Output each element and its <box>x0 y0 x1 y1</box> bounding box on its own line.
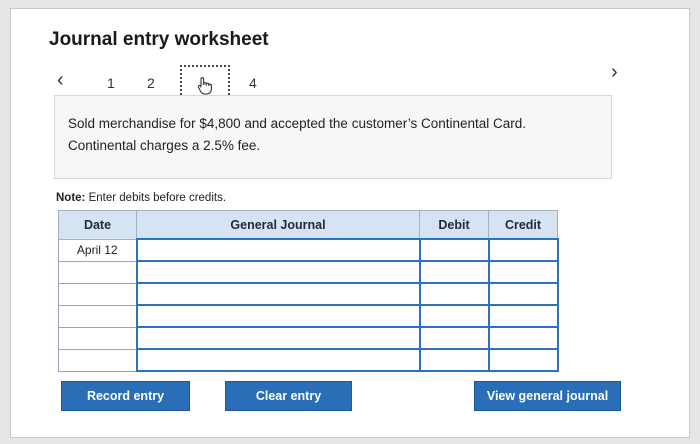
account-input[interactable] <box>135 238 421 262</box>
note-body: Enter debits before credits. <box>88 192 227 204</box>
account-input[interactable] <box>135 260 421 284</box>
question-text-line-2: Continental charges a 2.5% fee. <box>68 138 261 153</box>
date-cell <box>58 260 137 284</box>
record-entry-button[interactable]: Record entry <box>61 381 190 411</box>
date-cell <box>58 304 137 328</box>
account-input[interactable] <box>135 304 421 328</box>
account-input[interactable] <box>135 326 421 350</box>
table-row <box>58 348 559 372</box>
journal-header-row: Date General Journal Debit Credit <box>58 210 558 240</box>
credit-input[interactable] <box>487 304 559 328</box>
chevron-right-icon[interactable]: › <box>611 61 618 84</box>
header-date: Date <box>58 210 137 240</box>
note-text: Note: Enter debits before credits. <box>56 192 226 204</box>
hand-pointer-icon <box>197 77 212 95</box>
table-row <box>58 282 559 306</box>
account-input[interactable] <box>135 282 421 306</box>
page-title: Journal entry worksheet <box>49 29 269 50</box>
table-row <box>58 304 559 328</box>
debit-input[interactable] <box>418 282 490 306</box>
clear-entry-button[interactable]: Clear entry <box>225 381 352 411</box>
worksheet-panel: Journal entry worksheet ‹ 1 2 4 › Sold m… <box>10 8 690 438</box>
credit-input[interactable] <box>487 238 559 262</box>
date-cell <box>58 326 137 350</box>
question-box: Sold merchandise for $4,800 and accepted… <box>54 95 612 179</box>
credit-input[interactable] <box>487 326 559 350</box>
table-row: April 12 <box>58 238 559 262</box>
note-label: Note: <box>56 192 86 204</box>
chevron-left-icon[interactable]: ‹ <box>57 69 64 92</box>
step-2[interactable]: 2 <box>147 75 155 91</box>
view-general-journal-button[interactable]: View general journal <box>474 381 621 411</box>
header-debit: Debit <box>419 210 489 240</box>
debit-input[interactable] <box>418 260 490 284</box>
credit-input[interactable] <box>487 260 559 284</box>
debit-input[interactable] <box>418 304 490 328</box>
question-text-line-1: Sold merchandise for $4,800 and accepted… <box>68 116 527 131</box>
credit-input[interactable] <box>487 282 559 306</box>
table-row <box>58 260 559 284</box>
step-1[interactable]: 1 <box>107 75 115 91</box>
debit-input[interactable] <box>418 238 490 262</box>
date-cell: April 12 <box>58 238 137 262</box>
account-input[interactable] <box>135 348 421 372</box>
table-row <box>58 326 559 350</box>
step-4[interactable]: 4 <box>249 75 257 91</box>
date-cell <box>58 282 137 306</box>
debit-input[interactable] <box>418 348 490 372</box>
header-credit: Credit <box>488 210 558 240</box>
credit-input[interactable] <box>487 348 559 372</box>
debit-input[interactable] <box>418 326 490 350</box>
header-general-journal: General Journal <box>136 210 420 240</box>
journal-table: Date General Journal Debit Credit April … <box>58 210 559 372</box>
date-cell <box>58 348 137 372</box>
